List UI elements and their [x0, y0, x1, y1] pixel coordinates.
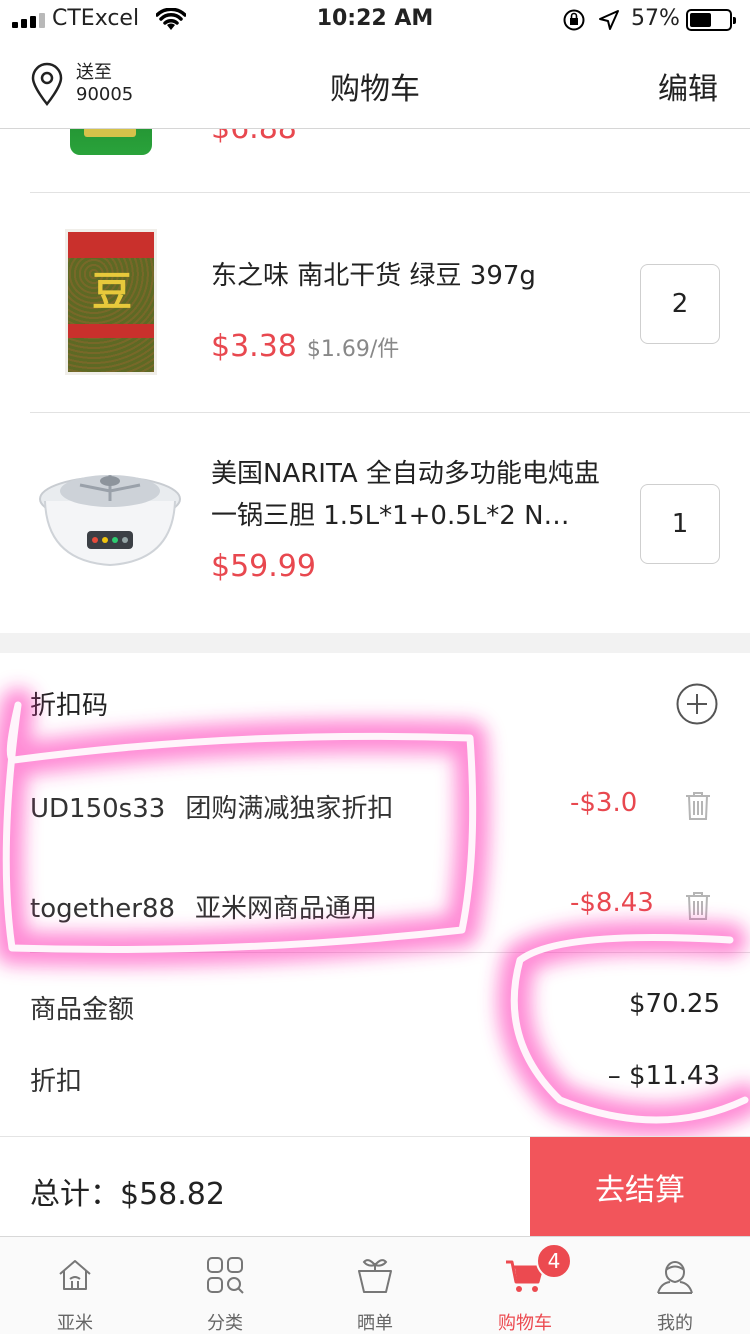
cart-item[interactable]: 美国NARITA 全自动多功能电炖盅 一锅三胆 1.5L*1+0.5L*2 N……: [0, 413, 750, 633]
battery-percent: 57%: [631, 6, 680, 31]
add-discount-code-button[interactable]: [676, 683, 718, 725]
tab-bar: 亚米 分类 晒单 4 购物车 我的: [0, 1236, 750, 1334]
trash-icon[interactable]: [683, 890, 713, 922]
discount-description: 亚米网商品通用: [195, 894, 378, 924]
edit-button[interactable]: 编辑: [658, 64, 718, 108]
subtotal-row: 商品金额 $70.25: [30, 989, 720, 1026]
discount-code: together88: [30, 894, 176, 924]
item-price: $59.99: [211, 549, 316, 584]
cart-item-list[interactable]: $6.88 豆 东之味 南北干货 绿豆 397g $3.38 $1.69/件 2: [0, 129, 750, 633]
order-total: 总计：$58.82: [30, 1177, 225, 1212]
location-arrow-icon: [599, 10, 619, 30]
summary-divider: [30, 952, 750, 953]
tab-label: 分类: [207, 1313, 243, 1334]
discount-code-row: UD150s33 团购满减独家折扣 -$3.0: [30, 788, 720, 828]
discount-amount: -$8.43: [570, 888, 654, 918]
profile-icon: [657, 1261, 693, 1294]
tab-category[interactable]: 分类: [150, 1237, 300, 1334]
tab-profile[interactable]: 我的: [600, 1237, 750, 1334]
discount-row: 折扣 – $11.43: [30, 1061, 720, 1098]
home-icon: [59, 1260, 91, 1290]
checkout-bar: 总计：$58.82 去结算: [0, 1136, 750, 1237]
cart-item[interactable]: 豆 东之味 南北干货 绿豆 397g $3.38 $1.69/件 2: [0, 193, 750, 413]
nav-bar: 送至 90005 购物车 编辑: [0, 40, 750, 129]
cart-count-badge: 4: [536, 1243, 572, 1279]
tab-share-order[interactable]: 晒单: [300, 1237, 450, 1334]
discount-section: 折扣码 UD150s33 团购满减独家折扣 -$3.0 together88 亚米网…: [0, 653, 750, 1136]
item-price-line: $3.38 $1.69/件: [211, 329, 399, 364]
discount-value: – $11.43: [607, 1061, 720, 1091]
tab-label: 购物车: [498, 1313, 552, 1334]
product-image: [70, 129, 152, 155]
tab-home[interactable]: 亚米: [0, 1237, 150, 1334]
discount-code-row: together88 亚米网商品通用 -$8.43: [30, 888, 720, 928]
tab-cart[interactable]: 4 购物车: [450, 1237, 600, 1334]
status-bar: CTExcel 10:22 AM 57%: [0, 0, 750, 40]
quantity-field[interactable]: 2: [640, 264, 720, 344]
discount-code-title: 折扣码: [30, 691, 109, 721]
plant-pot-icon: [358, 1259, 392, 1293]
category-icon: [207, 1257, 244, 1294]
trash-icon[interactable]: [683, 790, 713, 822]
discount-label: 折扣: [30, 1067, 83, 1097]
section-divider: [0, 633, 750, 653]
tab-label: 亚米: [57, 1313, 93, 1334]
item-unit-price: $1.69/件: [306, 337, 400, 362]
subtotal-value: $70.25: [629, 989, 720, 1019]
item-price-line: $59.99: [211, 549, 316, 584]
discount-amount: -$3.0: [570, 788, 638, 818]
item-price: $3.38: [211, 329, 297, 364]
cart-item-partial[interactable]: $6.88: [0, 129, 750, 192]
checkout-button[interactable]: 去结算: [530, 1137, 750, 1237]
product-image[interactable]: [35, 443, 185, 593]
product-image-label: 豆: [92, 269, 132, 315]
rotation-lock-icon: [563, 9, 585, 31]
item-price: $6.88: [211, 129, 297, 146]
subtotal-label: 商品金额: [30, 995, 135, 1025]
tab-label: 我的: [657, 1313, 693, 1334]
quantity-field[interactable]: 1: [640, 484, 720, 564]
discount-description: 团购满减独家折扣: [185, 794, 394, 824]
product-image[interactable]: 豆: [35, 229, 185, 379]
tab-label: 晒单: [357, 1313, 393, 1334]
battery-icon: [686, 9, 736, 31]
item-name[interactable]: 美国NARITA 全自动多功能电炖盅 一锅三胆 1.5L*1+0.5L*2 N…: [211, 453, 611, 537]
item-name[interactable]: 东之味 南北干货 绿豆 397g: [211, 255, 611, 297]
page-title: 购物车: [330, 72, 420, 107]
discount-code: UD150s33: [30, 794, 166, 824]
